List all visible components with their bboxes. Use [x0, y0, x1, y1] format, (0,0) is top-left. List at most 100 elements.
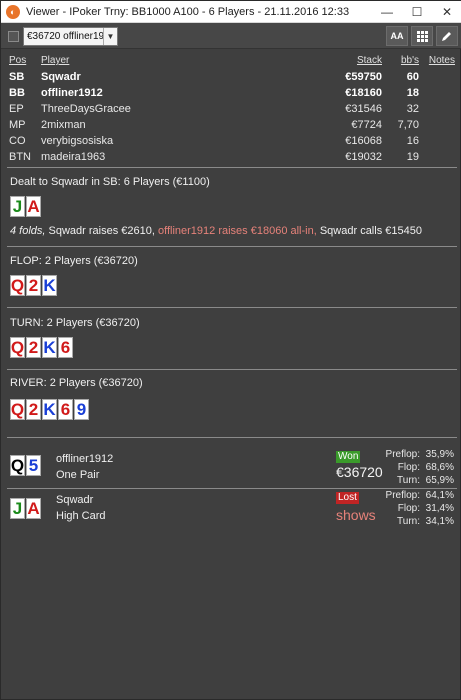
card: Q — [10, 399, 25, 420]
showdown-cards: Q 5 — [10, 455, 41, 476]
shows-label: shows — [336, 507, 376, 523]
col-stack[interactable]: Stack — [357, 55, 382, 66]
app-icon: ◐ — [6, 4, 20, 19]
player-stack: €7724 — [351, 119, 382, 131]
col-pos[interactable]: Pos — [9, 55, 26, 66]
card: 2 — [26, 399, 41, 420]
player-row[interactable]: BTN madeira1963 €19032 19 — [7, 150, 457, 166]
divider — [7, 437, 457, 438]
lost-badge: Lost — [336, 492, 359, 504]
player-row[interactable]: EP ThreeDaysGracee €31546 32 — [7, 102, 457, 118]
equity-label: Turn: — [397, 475, 420, 486]
divider — [7, 488, 457, 489]
player-stack: €31546 — [345, 103, 382, 115]
turn-title: TURN: 2 Players (€36720) — [10, 317, 140, 329]
player-stack: €18160 — [345, 87, 382, 99]
player-name: 2mixman — [41, 119, 86, 131]
divider — [7, 369, 457, 370]
showdown-player-name: Sqwadr — [56, 494, 94, 506]
card: 2 — [26, 275, 41, 296]
equity-value: 31,4% — [425, 503, 454, 514]
flop-cards: Q 2 K — [10, 275, 57, 296]
player-pos: BTN — [9, 151, 31, 163]
player-bbs: 60 — [406, 71, 419, 83]
font-size-button[interactable]: AA — [386, 26, 408, 46]
font-size-label: AA — [390, 31, 404, 41]
card: 2 — [26, 337, 41, 358]
equity-label: Turn: — [397, 516, 420, 527]
card: A — [26, 498, 41, 519]
grid-button[interactable] — [411, 26, 433, 46]
equity-label: Flop: — [397, 462, 420, 473]
card: 6 — [58, 337, 73, 358]
player-row[interactable]: MP 2mixman €7724 7,70 — [7, 118, 457, 134]
folds-text: 4 folds, — [10, 225, 46, 237]
player-stack: €59750 — [345, 71, 382, 83]
divider — [7, 167, 457, 168]
equity-label: Flop: — [397, 503, 420, 514]
equity-value: 35,9% — [425, 449, 454, 460]
hand-select[interactable]: €36720 offliner1912 ▼ — [23, 27, 118, 46]
card: 5 — [26, 455, 41, 476]
pencil-icon — [442, 32, 451, 41]
showdown-hand-rank: High Card — [56, 510, 106, 522]
card: Q — [10, 455, 25, 476]
player-name: madeira1963 — [41, 151, 106, 163]
card: K — [42, 337, 57, 358]
players-header: Pos Player Stack bb's Notes — [7, 54, 457, 70]
card: Q — [10, 337, 25, 358]
close-button[interactable]: ✕ — [432, 1, 461, 23]
chevron-down-icon[interactable]: ▼ — [103, 28, 117, 45]
action-text: Sqwadr calls €15450 — [316, 225, 422, 237]
card: K — [42, 275, 57, 296]
player-stack: €16068 — [345, 135, 382, 147]
player-name: offliner1912 — [41, 87, 103, 99]
select-checkbox[interactable] — [8, 31, 19, 42]
maximize-button[interactable]: ☐ — [402, 1, 432, 23]
equity-value: 68,6% — [425, 462, 454, 473]
equity-value: 65,9% — [425, 475, 454, 486]
viewer-window: ◐ Viewer - IPoker Trny: BB1000 A100 - 6 … — [0, 0, 461, 700]
river-cards: Q 2 K 6 9 — [10, 399, 89, 420]
edit-button[interactable] — [436, 26, 458, 46]
card: J — [10, 196, 25, 217]
river-title: RIVER: 2 Players (€36720) — [10, 377, 143, 389]
player-row[interactable]: BB offliner1912 €18160 18 — [7, 86, 457, 102]
player-pos: MP — [9, 119, 26, 131]
player-stack: €19032 — [345, 151, 382, 163]
player-bbs: 18 — [406, 87, 419, 99]
showdown-cards: J A — [10, 498, 41, 519]
minimize-button[interactable]: — — [372, 1, 402, 23]
player-name: ThreeDaysGracee — [41, 103, 131, 115]
divider — [7, 307, 457, 308]
grid-icon — [416, 30, 428, 42]
toolbar: €36720 offliner1912 ▼ AA — [1, 23, 461, 49]
divider — [7, 246, 457, 247]
turn-cards: Q 2 K 6 — [10, 337, 73, 358]
preflop-actions: 4 folds, Sqwadr raises €2610, offliner19… — [10, 225, 422, 237]
card: J — [10, 498, 25, 519]
player-row[interactable]: CO verybigsosiska €16068 16 — [7, 134, 457, 150]
equity-label: Preflop: — [385, 490, 420, 501]
hand-select-value: €36720 offliner1912 — [27, 31, 104, 42]
won-amount: €36720 — [336, 464, 383, 480]
action-text: Sqwadr raises €2610, — [45, 225, 158, 237]
players-table: Pos Player Stack bb's Notes SB Sqwadr €5… — [7, 54, 457, 166]
won-badge: Won — [336, 451, 361, 463]
window-controls: — ☐ ✕ — [372, 1, 461, 23]
card: Q — [10, 275, 25, 296]
equity-value: 34,1% — [425, 516, 454, 527]
col-notes[interactable]: Notes — [429, 55, 455, 66]
card: 6 — [58, 399, 73, 420]
player-bbs: 16 — [406, 135, 419, 147]
preflop-title: Dealt to Sqwadr in SB: 6 Players (€1100) — [10, 176, 210, 188]
showdown-hand-rank: One Pair — [56, 469, 100, 481]
window-title: Viewer - IPoker Trny: BB1000 A100 - 6 Pl… — [26, 5, 350, 18]
col-player[interactable]: Player — [41, 55, 69, 66]
player-bbs: 19 — [406, 151, 419, 163]
showdown-player-name: offliner1912 — [56, 453, 114, 465]
player-pos: EP — [9, 103, 24, 115]
col-bbs[interactable]: bb's — [401, 55, 419, 66]
player-row[interactable]: SB Sqwadr €59750 60 — [7, 70, 457, 86]
player-bbs: 32 — [406, 103, 419, 115]
